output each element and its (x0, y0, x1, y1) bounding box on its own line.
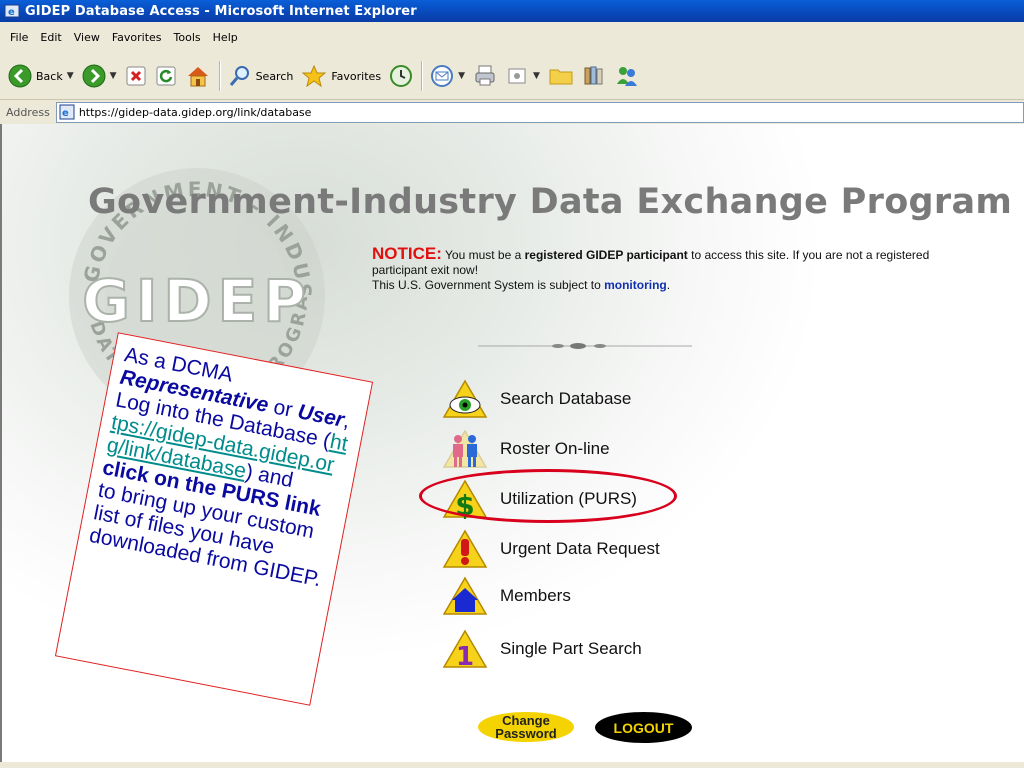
notice-end: . (666, 278, 671, 292)
stop-button[interactable] (125, 65, 147, 87)
members-label: Members (500, 586, 571, 605)
menu-view[interactable]: View (74, 31, 100, 44)
research-button[interactable] (582, 64, 606, 88)
logout-button[interactable]: LOGOUT (595, 712, 692, 743)
mail-button[interactable]: ▼ (430, 64, 465, 88)
exclamation-icon (442, 529, 488, 568)
people-icon (442, 429, 488, 468)
window-title-bar: e GIDEP Database Access - Microsoft Inte… (0, 0, 1024, 22)
window-title: GIDEP Database Access - Microsoft Intern… (25, 3, 417, 19)
urgent-data-request-link[interactable]: Urgent Data Request (442, 529, 660, 569)
change-password-label: Change Password (495, 713, 557, 741)
single-part-search-link[interactable]: 1 Single Part Search (442, 629, 642, 669)
folder-icon (549, 69, 573, 85)
menu-favorites[interactable]: Favorites (112, 31, 162, 44)
notice-part: You must be a (441, 248, 525, 262)
roster-online-link[interactable]: Roster On-line (442, 429, 610, 469)
search-icon (229, 66, 249, 86)
refresh-icon (156, 66, 176, 86)
messenger-people-icon (616, 67, 637, 86)
dropdown-arrow-icon[interactable]: ▼ (67, 71, 74, 81)
address-bar: Address e https://gidep-data.gidep.org/l… (0, 100, 1024, 125)
eye-icon (442, 379, 488, 418)
single-part-search-label: Single Part Search (500, 639, 642, 658)
back-label: Back (36, 69, 63, 83)
back-button[interactable]: Back ▼ (8, 64, 74, 88)
favorites-button[interactable]: Favorites (301, 64, 381, 88)
notice-text: NOTICE: You must be a registered GIDEP p… (372, 244, 972, 293)
members-link[interactable]: Members (442, 576, 571, 616)
history-icon (390, 65, 413, 87)
page-icon: e (59, 104, 75, 120)
logout-label: LOGOUT (613, 719, 674, 736)
seal-center-text: GIDEP (82, 267, 311, 335)
monitoring-link[interactable]: monitoring (604, 278, 667, 292)
refresh-button[interactable] (155, 65, 177, 87)
edit-page-icon (508, 68, 526, 84)
back-arrow-icon (8, 64, 32, 88)
notice-line2: This U.S. Government System is subject t… (372, 278, 605, 292)
home-button[interactable] (185, 64, 211, 88)
page-content: GOVERNMENT - INDUSTRY DATA EXCHANGE PROG… (0, 124, 1024, 768)
history-button[interactable] (389, 64, 413, 88)
toolbar: Back ▼ ▼ Search Favorites ▼ ▼ (0, 53, 1024, 100)
notice-bold: registered GIDEP participant (524, 248, 688, 262)
search-database-link[interactable]: Search Database (442, 379, 631, 419)
edit-button[interactable]: ▼ (505, 64, 540, 88)
change-password-button[interactable]: Change Password (478, 712, 574, 742)
urgent-data-request-label: Urgent Data Request (500, 539, 660, 558)
forward-button[interactable]: ▼ (82, 64, 117, 88)
address-input[interactable]: e https://gidep-data.gidep.org/link/data… (55, 101, 1024, 123)
menu-file[interactable]: File (10, 31, 28, 44)
favorites-label: Favorites (331, 69, 382, 83)
search-database-label: Search Database (500, 389, 632, 408)
menu-edit[interactable]: Edit (40, 31, 61, 44)
svg-text:1: 1 (456, 642, 474, 669)
dropdown-arrow-icon[interactable]: ▼ (110, 71, 117, 81)
svg-text:e: e (8, 7, 15, 18)
menu-bar: File Edit View Favorites Tools Help (0, 22, 1024, 54)
svg-text:e: e (62, 108, 69, 119)
printer-icon (475, 65, 495, 86)
address-label: Address (6, 105, 50, 119)
purs-highlight-oval (419, 469, 677, 523)
number-one-icon: 1 (442, 629, 488, 669)
page-title: Government-Industry Data Exchange Progra… (88, 182, 1013, 222)
menu-help[interactable]: Help (213, 31, 238, 44)
dropdown-arrow-icon[interactable]: ▼ (458, 71, 465, 81)
status-bar (0, 762, 1024, 768)
address-url: https://gidep-data.gidep.org/link/databa… (78, 105, 312, 119)
toolbar-separator (218, 61, 220, 91)
menu-tools[interactable]: Tools (174, 31, 201, 44)
roster-online-label: Roster On-line (500, 439, 610, 458)
notice-label: NOTICE: (372, 244, 442, 263)
search-button[interactable]: Search (228, 64, 294, 88)
toolbar-separator (421, 61, 423, 91)
research-books-icon (584, 66, 603, 85)
forward-arrow-icon (82, 64, 106, 88)
search-label: Search (255, 69, 294, 83)
star-icon (301, 64, 327, 88)
print-button[interactable] (473, 64, 497, 88)
mail-icon (431, 65, 454, 87)
ornamental-divider (478, 343, 692, 349)
home-icon (187, 67, 208, 87)
dropdown-arrow-icon[interactable]: ▼ (533, 71, 540, 81)
ie-logo-icon: e (4, 4, 20, 18)
stop-icon (126, 66, 146, 86)
folder-button[interactable] (548, 64, 574, 88)
messenger-button[interactable] (614, 64, 640, 88)
house-icon (442, 576, 488, 615)
